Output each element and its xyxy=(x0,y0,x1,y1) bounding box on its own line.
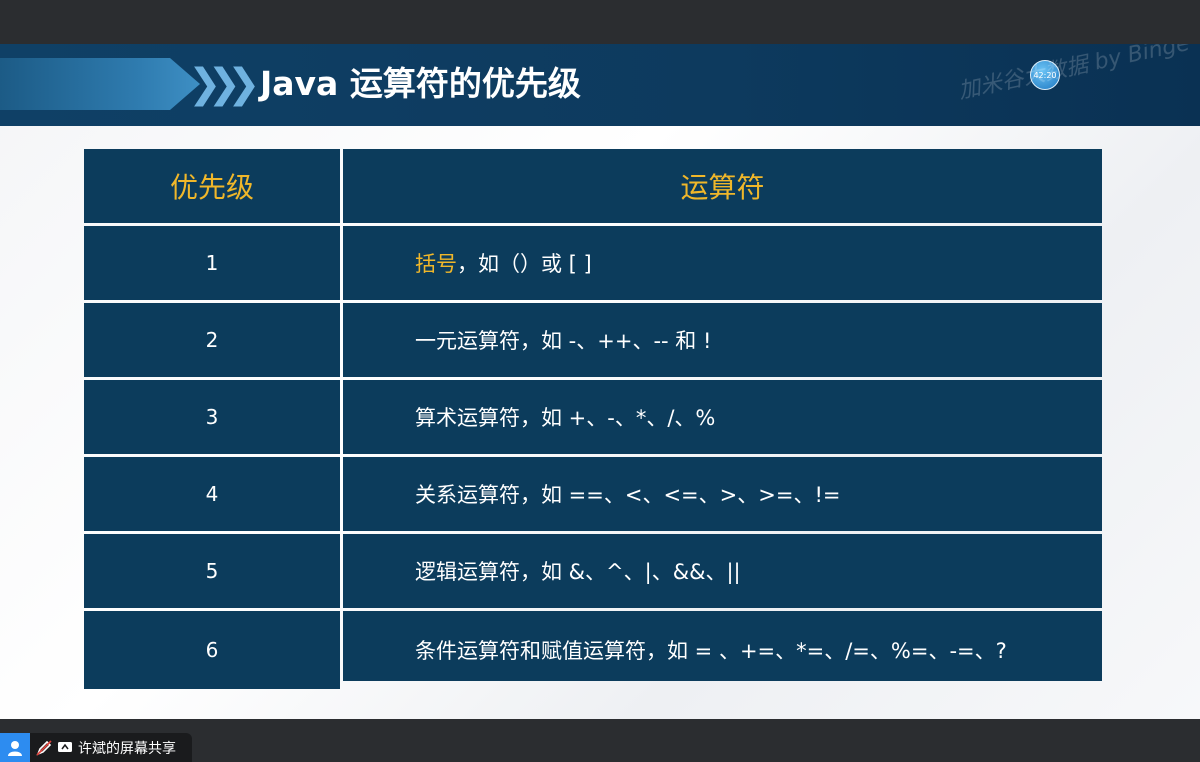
chevron-arrows-icon: ❯❯❯ xyxy=(188,61,261,107)
table-header-row: 优先级 运算符 xyxy=(84,149,1102,223)
watermark: 加米谷大数据 by Binge xyxy=(956,44,1192,105)
priority-cell: 4 xyxy=(84,457,340,531)
header-band xyxy=(0,58,200,110)
operators-cell: 一元运算符，如 -、++、-- 和 ! xyxy=(343,303,1102,377)
priority-cell: 5 xyxy=(84,534,340,608)
user-icon[interactable] xyxy=(0,733,30,762)
screen-share-icon[interactable] xyxy=(56,741,74,755)
table-row: 4 关系运算符，如 ==、<、<=、>、>=、!= xyxy=(84,457,1102,531)
share-label: 许斌的屏幕共享 xyxy=(78,740,176,757)
precedence-table: 优先级 运算符 1 括号 ，如（）或 [ ] 2 一元运算符，如 -、++、-- … xyxy=(84,149,1102,689)
slide: ❯❯❯ Java 运算符的优先级 42:20 加米谷大数据 by Binge 优… xyxy=(0,44,1200,719)
header-priority: 优先级 xyxy=(84,149,340,223)
table-row: 6 条件运算符和赋值运算符，如 = 、+=、*=、/=、%=、-=、? xyxy=(84,611,1102,689)
pen-icon[interactable] xyxy=(34,739,54,757)
screen-share-indicator[interactable]: 许斌的屏幕共享 xyxy=(0,733,192,762)
priority-cell: 1 xyxy=(84,226,340,300)
operators-cell: 括号 ，如（）或 [ ] xyxy=(343,226,1102,300)
slide-header: ❯❯❯ Java 运算符的优先级 42:20 加米谷大数据 by Binge xyxy=(0,44,1200,126)
priority-cell: 6 xyxy=(84,611,340,689)
priority-cell: 3 xyxy=(84,380,340,454)
table-row: 5 逻辑运算符，如 &、^、|、&&、|| xyxy=(84,534,1102,608)
operators-cell: 算术运算符，如 +、-、*、/、% xyxy=(343,380,1102,454)
operators-cell: 逻辑运算符，如 &、^、|、&&、|| xyxy=(343,534,1102,608)
table-row: 3 算术运算符，如 +、-、*、/、% xyxy=(84,380,1102,454)
operators-text: ，如（）或 [ ] xyxy=(457,252,592,276)
header-operators: 运算符 xyxy=(343,149,1102,223)
table-row: 1 括号 ，如（）或 [ ] xyxy=(84,226,1102,300)
priority-cell: 2 xyxy=(84,303,340,377)
highlight-text: 括号 xyxy=(415,252,457,276)
table-row: 2 一元运算符，如 -、++、-- 和 ! xyxy=(84,303,1102,377)
operators-cell: 条件运算符和赋值运算符，如 = 、+=、*=、/=、%=、-=、? xyxy=(343,611,1102,681)
top-bar xyxy=(0,0,1200,44)
operators-cell: 关系运算符，如 ==、<、<=、>、>=、!= xyxy=(343,457,1102,531)
slide-title: Java 运算符的优先级 xyxy=(260,64,581,103)
